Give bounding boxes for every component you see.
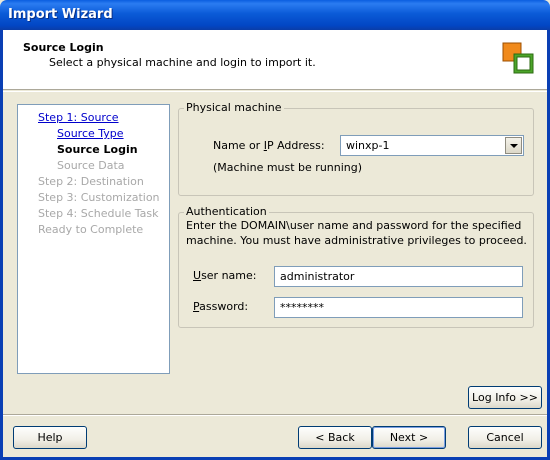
password-input[interactable]: ******** [274,297,523,318]
step-1-source[interactable]: Step 1: Source [38,111,119,124]
step-ready-to-complete: Ready to Complete [38,223,144,236]
wizard-header: Source Login Select a physical machine a… [3,30,547,90]
password-label: Password: [193,300,249,313]
back-button[interactable]: < Back [298,426,372,449]
title-bar[interactable]: Import Wizard [0,0,550,30]
auth-description-line-1: Enter the DOMAIN\user name and password … [186,219,522,232]
steps-panel: Step 1: Source Source Type Source Login … [17,104,170,374]
machine-select[interactable]: winxp-1 [340,135,524,156]
chevron-down-icon[interactable] [505,137,522,154]
page-title: Source Login [23,41,104,54]
step-source-login: Source Login [57,143,138,156]
footer-divider-highlight [3,415,547,416]
password-value: ******** [280,301,324,314]
vmware-logo-icon [502,42,534,74]
username-label: User name: [193,269,257,282]
step-source-data: Source Data [57,159,125,172]
window-title: Import Wizard [8,7,113,22]
username-value: administrator [280,270,355,283]
log-info-button[interactable]: Log Info >> [468,386,542,409]
header-divider [3,91,547,92]
machine-running-note: (Machine must be running) [213,161,363,174]
step-2-destination: Step 2: Destination [38,175,144,188]
cancel-button[interactable]: Cancel [468,426,542,449]
physical-machine-legend: Physical machine [184,101,284,114]
authentication-legend: Authentication [184,205,269,218]
step-source-type[interactable]: Source Type [57,127,124,140]
help-button[interactable]: Help [13,426,87,449]
name-or-ip-label: Name or IP Address: [213,139,325,152]
next-button[interactable]: Next > [372,426,446,449]
step-4-schedule-task: Step 4: Schedule Task [38,207,159,220]
machine-select-value: winxp-1 [346,139,390,152]
auth-description-line-2: machine. You must have administrative pr… [186,234,527,247]
username-input[interactable]: administrator [274,266,523,287]
page-subtitle: Select a physical machine and login to i… [49,56,316,69]
step-3-customization: Step 3: Customization [38,191,160,204]
